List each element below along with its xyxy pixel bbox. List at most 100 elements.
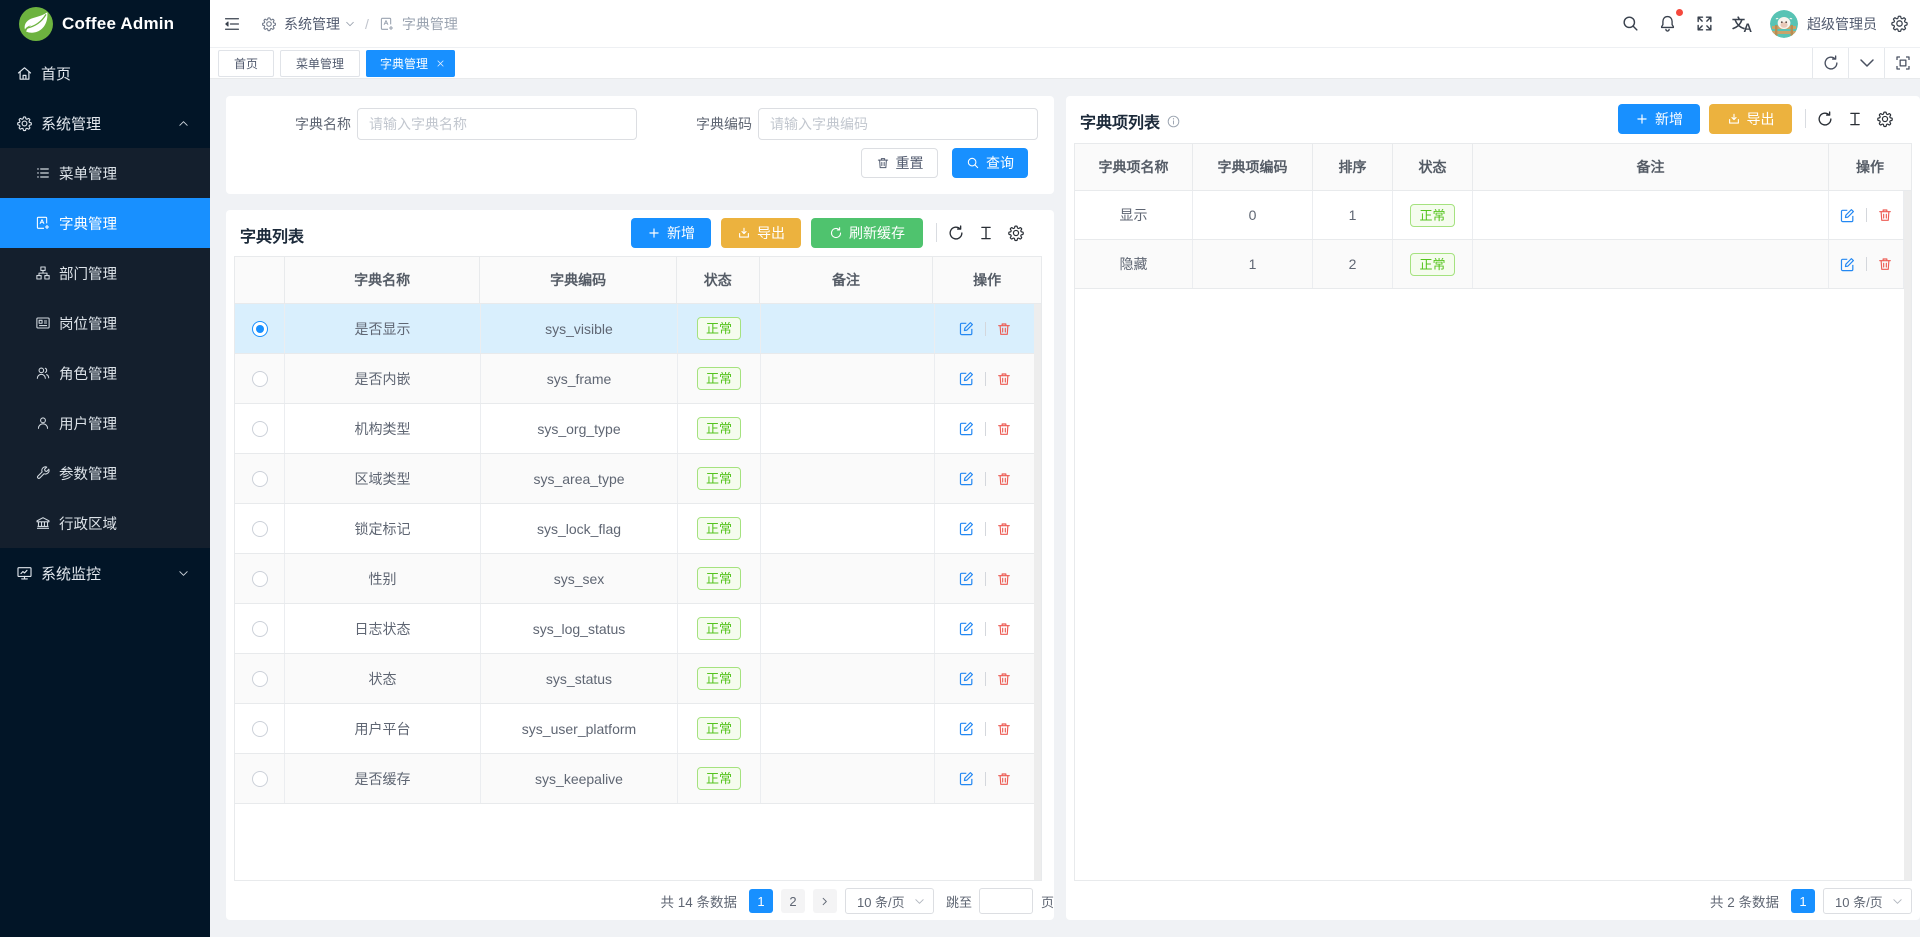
refresh-table-button[interactable] [1813,107,1837,131]
delete-icon[interactable] [996,371,1012,387]
page-button[interactable]: 1 [749,889,773,913]
delete-icon[interactable] [996,771,1012,787]
edit-icon[interactable] [958,420,975,437]
sidebar-item-dict-management[interactable]: 字典管理 [0,198,210,248]
edit-icon[interactable] [958,670,975,687]
column-settings-button[interactable] [1004,221,1028,245]
delete-icon[interactable] [996,521,1012,537]
table-row[interactable]: 机构类型sys_org_type正常 [235,404,1041,454]
sidebar-item-home[interactable]: 首页 [0,48,210,98]
export-label: 导出 [1747,109,1775,129]
search-button[interactable] [1612,0,1649,47]
table-row[interactable]: 区域类型sys_area_type正常 [235,454,1041,504]
language-button[interactable]: 文A [1723,0,1761,47]
table-row[interactable]: 性别sys_sex正常 [235,554,1041,604]
actions-cell [935,504,1036,553]
delete-icon[interactable] [996,421,1012,437]
page-size-select[interactable]: 10 条/页 [1823,888,1912,914]
reset-button[interactable]: 重置 [861,148,938,178]
refresh-table-button[interactable] [944,221,968,245]
table-row[interactable]: 日志状态sys_log_status正常 [235,604,1041,654]
delete-icon[interactable] [996,671,1012,687]
page-button[interactable]: 1 [1791,889,1815,913]
delete-icon[interactable] [996,621,1012,637]
radio-button[interactable] [252,771,268,787]
next-page-button[interactable] [813,889,837,913]
sidebar-item-role-management[interactable]: 角色管理 [0,348,210,398]
table-row[interactable]: 是否内嵌sys_frame正常 [235,354,1041,404]
delete-icon[interactable] [1877,256,1893,272]
delete-icon[interactable] [996,471,1012,487]
radio-button[interactable] [252,721,268,737]
table-scrollbar[interactable] [1904,191,1911,880]
query-button[interactable]: 查询 [952,148,1028,178]
add-dict-button[interactable]: 新增 [631,218,711,248]
edit-icon[interactable] [1839,256,1856,273]
user-menu[interactable]: 超级管理员 [1761,0,1881,47]
sidebar-item-post-management[interactable]: 岗位管理 [0,298,210,348]
delete-icon[interactable] [996,571,1012,587]
column-settings-button[interactable] [1873,107,1897,131]
dict-name-input[interactable] [357,108,637,140]
sidebar-item-system-management[interactable]: 系统管理 [0,98,210,148]
table-row[interactable]: 锁定标记sys_lock_flag正常 [235,504,1041,554]
sidebar-item-admin-region[interactable]: 行政区域 [0,498,210,548]
radio-button[interactable] [252,471,268,487]
brand[interactable]: Coffee Admin [0,0,210,48]
export-dict-item-button[interactable]: 导出 [1709,104,1792,134]
page-size-select[interactable]: 10 条/页 [845,888,934,914]
edit-icon[interactable] [958,620,975,637]
row-height-button[interactable] [974,221,998,245]
sidebar-item-param-management[interactable]: 参数管理 [0,448,210,498]
breadcrumb-item-system[interactable]: 系统管理 [261,14,355,34]
tab-options-button[interactable] [1848,48,1884,78]
tab-dict-management[interactable]: 字典管理 [366,50,455,77]
table-row[interactable]: 隐藏12正常 [1075,240,1911,289]
table-row[interactable]: 用户平台sys_user_platform正常 [235,704,1041,754]
table-scrollbar[interactable] [1034,304,1041,880]
radio-button[interactable] [252,521,268,537]
table-row[interactable]: 是否缓存sys_keepalive正常 [235,754,1041,804]
notification-button[interactable] [1649,0,1686,47]
sidebar-item-menu-management[interactable]: 菜单管理 [0,148,210,198]
edit-icon[interactable] [1839,207,1856,224]
sidebar-item-system-monitor[interactable]: 系统监控 [0,548,210,598]
table-row[interactable]: 显示01正常 [1075,191,1911,240]
radio-button[interactable] [252,421,268,437]
edit-icon[interactable] [958,520,975,537]
jump-page-input[interactable] [979,888,1033,914]
delete-icon[interactable] [996,321,1012,337]
radio-button[interactable] [252,371,268,387]
radio-button[interactable] [252,571,268,587]
dict-code-input[interactable] [758,108,1038,140]
edit-icon[interactable] [958,570,975,587]
refresh-page-button[interactable] [1812,48,1848,78]
tab-menu-management[interactable]: 菜单管理 [280,50,360,77]
edit-icon[interactable] [958,770,975,787]
info-icon[interactable] [1166,114,1181,129]
menu-fold-icon[interactable] [223,15,241,33]
fullscreen-button[interactable] [1686,0,1723,47]
edit-icon[interactable] [958,720,975,737]
sidebar-item-user-management[interactable]: 用户管理 [0,398,210,448]
content-fullscreen-button[interactable] [1884,48,1920,78]
close-icon[interactable] [436,59,445,68]
tab-home[interactable]: 首页 [218,50,274,77]
table-row[interactable]: 是否显示sys_visible正常 [235,304,1041,354]
page-button[interactable]: 2 [781,889,805,913]
settings-button[interactable] [1881,0,1920,47]
edit-icon[interactable] [958,320,975,337]
delete-icon[interactable] [996,721,1012,737]
radio-button[interactable] [252,671,268,687]
add-dict-item-button[interactable]: 新增 [1618,104,1700,134]
refresh-cache-button[interactable]: 刷新缓存 [811,218,923,248]
export-dict-button[interactable]: 导出 [721,218,801,248]
radio-button[interactable] [252,621,268,637]
edit-icon[interactable] [958,370,975,387]
delete-icon[interactable] [1877,207,1893,223]
edit-icon[interactable] [958,470,975,487]
row-height-button[interactable] [1843,107,1867,131]
table-row[interactable]: 状态sys_status正常 [235,654,1041,704]
sidebar-item-dept-management[interactable]: 部门管理 [0,248,210,298]
radio-button[interactable] [252,321,268,337]
